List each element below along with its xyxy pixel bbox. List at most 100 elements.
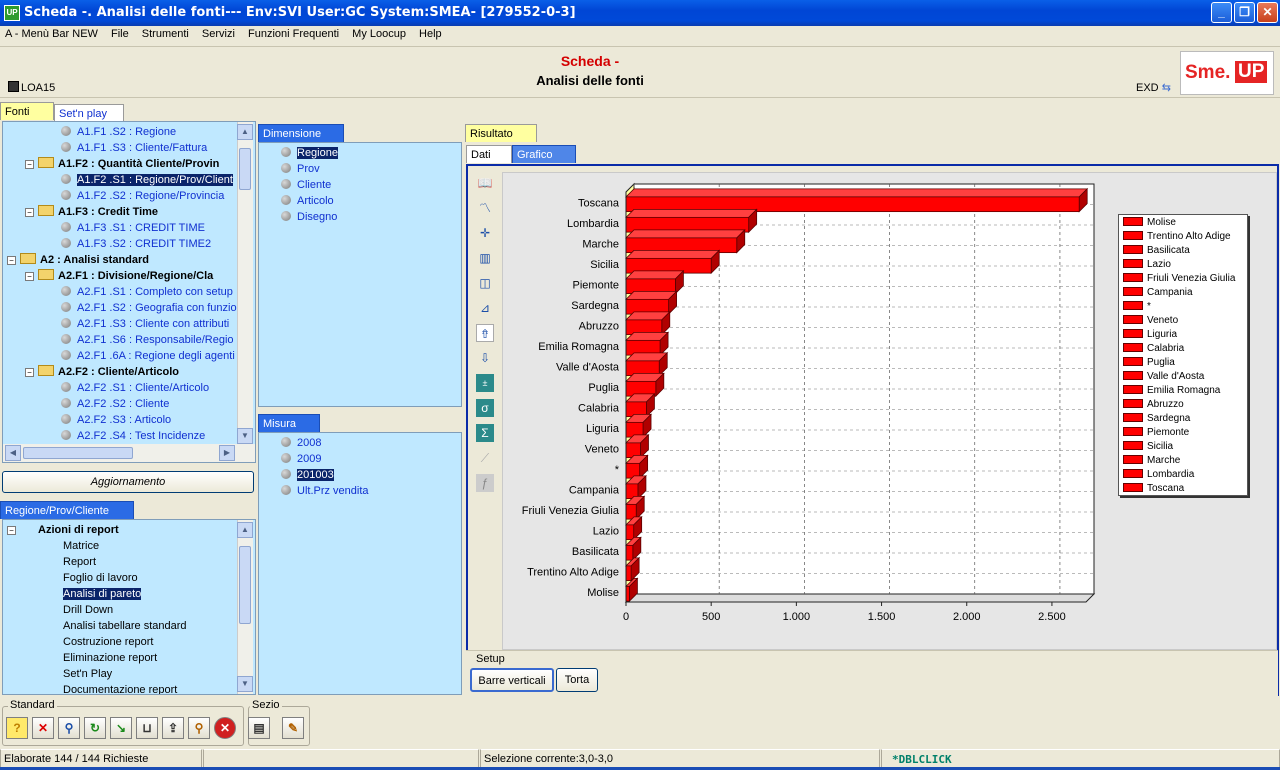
- close-button[interactable]: ✕: [1257, 2, 1278, 23]
- tree-node[interactable]: A2.F1 .6A : Regione degli agenti: [61, 348, 235, 364]
- action-item[interactable]: Drill Down: [63, 602, 113, 618]
- search-icon[interactable]: ⚲: [58, 717, 80, 739]
- tree-node[interactable]: A1.F2 .S2 : Regione/Provincia: [61, 188, 224, 204]
- axis-icon[interactable]: ⊿: [476, 299, 494, 317]
- zoom-icon[interactable]: ⚲: [188, 717, 210, 739]
- function-icon[interactable]: ƒ: [476, 474, 494, 492]
- tree-node[interactable]: A2.F2 .S3 : Articolo: [61, 412, 171, 428]
- refresh-icon[interactable]: ↻: [84, 717, 106, 739]
- action-item[interactable]: Analisi tabellare standard: [63, 618, 187, 634]
- scroll-thumb[interactable]: [239, 148, 251, 190]
- tab-setnplay[interactable]: Set'n play: [54, 104, 124, 122]
- collapse-icon[interactable]: −: [25, 160, 34, 169]
- minimize-button[interactable]: _: [1211, 2, 1232, 23]
- sigma-lower-icon[interactable]: σ: [476, 399, 494, 417]
- tree-node[interactable]: A2.F1 .S1 : Completo con setup: [61, 284, 233, 300]
- tab-misura[interactable]: Misura: [258, 414, 320, 432]
- action-item[interactable]: Set'n Play: [63, 666, 112, 682]
- collapse-icon[interactable]: −: [25, 208, 34, 217]
- actions-root[interactable]: − Azioni di report: [7, 522, 119, 538]
- tree-node[interactable]: A1.F1 .S3 : Cliente/Fattura: [61, 140, 207, 156]
- tab-dati[interactable]: Dati: [466, 145, 512, 163]
- tree-node[interactable]: A1.F3 .S1 : CREDIT TIME: [61, 220, 205, 236]
- dimensione-item[interactable]: Disegno: [281, 209, 337, 225]
- menu-item-my-loocup[interactable]: My Loocup: [347, 26, 411, 40]
- menu-item-file[interactable]: File: [106, 26, 134, 40]
- bar-chart-icon[interactable]: ▥: [476, 249, 494, 267]
- tree-node[interactable]: A1.F3 .S2 : CREDIT TIME2: [61, 236, 211, 252]
- export-icon[interactable]: ⇪: [162, 717, 184, 739]
- menu-item-a[interactable]: A - Menù Bar NEW: [0, 26, 103, 40]
- trend-disabled-icon[interactable]: ⟋: [476, 449, 494, 467]
- tree-node[interactable]: A2.F1 .S2 : Geografia con funzio: [61, 300, 237, 316]
- action-item[interactable]: Costruzione report: [63, 634, 154, 650]
- line-chart-icon[interactable]: 〽: [476, 199, 494, 217]
- arrow-icon[interactable]: ↘: [110, 717, 132, 739]
- collapse-icon[interactable]: −: [7, 526, 16, 535]
- action-item[interactable]: Report: [63, 554, 96, 570]
- collapse-icon[interactable]: −: [25, 272, 34, 281]
- scroll-down-icon[interactable]: ▼: [237, 676, 253, 692]
- action-item[interactable]: Analisi di pareto: [63, 586, 142, 602]
- scroll-up-icon[interactable]: ▲: [237, 522, 253, 538]
- bars-up-icon[interactable]: ⇮: [476, 324, 494, 342]
- tree-node[interactable]: − A2.F1 : Divisione/Regione/Cla: [25, 268, 213, 284]
- dimensione-item[interactable]: Prov: [281, 161, 320, 177]
- barre-verticali-button[interactable]: Barre verticali: [470, 668, 554, 692]
- hscroll-thumb[interactable]: [23, 447, 133, 459]
- tree-node[interactable]: − A1.F2 : Quantità Cliente/Provin: [25, 156, 219, 172]
- cart-icon[interactable]: ⊔: [136, 717, 158, 739]
- misura-item[interactable]: 2009: [281, 451, 321, 467]
- scroll-down-icon[interactable]: ▼: [237, 428, 253, 444]
- menu-item-strumenti[interactable]: Strumenti: [137, 26, 194, 40]
- menu-item-help[interactable]: Help: [414, 26, 447, 40]
- scroll-right-icon[interactable]: ▶: [219, 445, 235, 461]
- camera-icon[interactable]: ◫: [476, 274, 494, 292]
- crosshair-icon[interactable]: ✛: [476, 224, 494, 242]
- book-icon[interactable]: 📖: [476, 174, 494, 192]
- stop-icon[interactable]: ✕: [214, 717, 236, 739]
- action-item[interactable]: Foglio di lavoro: [63, 570, 138, 586]
- tree-node[interactable]: A2.F2 .S4 : Test Incidenze: [61, 428, 205, 444]
- tree-node[interactable]: A2.F2 .S1 : Cliente/Articolo: [61, 380, 209, 396]
- misura-item[interactable]: 2008: [281, 435, 321, 451]
- sort-icon[interactable]: ±: [476, 374, 494, 392]
- actions-scrollbar[interactable]: ▲ ▼: [237, 520, 253, 694]
- help-icon[interactable]: ?: [6, 717, 28, 739]
- tree-node[interactable]: A2.F2 .S2 : Cliente: [61, 396, 169, 412]
- misura-item[interactable]: Ult.Prz vendita: [281, 483, 369, 499]
- tree-node[interactable]: − A2.F2 : Cliente/Articolo: [25, 364, 179, 380]
- action-item[interactable]: Eliminazione report: [63, 650, 157, 666]
- cancel-icon[interactable]: ✕: [32, 717, 54, 739]
- menu-item-servizi[interactable]: Servizi: [197, 26, 240, 40]
- tab-risultato[interactable]: Risultato: [465, 124, 537, 142]
- torta-button[interactable]: Torta: [556, 668, 598, 692]
- scroll-thumb[interactable]: [239, 546, 251, 624]
- maximize-button[interactable]: ❐: [1234, 2, 1255, 23]
- collapse-icon[interactable]: −: [7, 256, 16, 265]
- tree-node[interactable]: − A1.F3 : Credit Time: [25, 204, 158, 220]
- sigma-icon[interactable]: Σ: [476, 424, 494, 442]
- bars-down-icon[interactable]: ⇩: [476, 349, 494, 367]
- tab-dimensione[interactable]: Dimensione: [258, 124, 344, 142]
- menu-item-funzioni-frequenti[interactable]: Funzioni Frequenti: [243, 26, 344, 40]
- tree-node[interactable]: A2.F1 .S3 : Cliente con attributi: [61, 316, 229, 332]
- tree-node[interactable]: A1.F1 .S2 : Regione: [61, 124, 176, 140]
- tree-node[interactable]: A2.F1 .S6 : Responsabile/Regio: [61, 332, 234, 348]
- horizontal-scrollbar[interactable]: ◀ ▶: [3, 444, 255, 462]
- dimensione-item[interactable]: Cliente: [281, 177, 331, 193]
- tree-node[interactable]: − A2 : Analisi standard: [7, 252, 149, 268]
- tab-fonti[interactable]: Fonti: [0, 102, 54, 120]
- dimensione-item[interactable]: Articolo: [281, 193, 334, 209]
- action-item[interactable]: Matrice: [63, 538, 99, 554]
- edit-icon[interactable]: ✎: [282, 717, 304, 739]
- scroll-left-icon[interactable]: ◀: [5, 445, 21, 461]
- exd-indicator[interactable]: EXD ⇆: [1136, 81, 1171, 94]
- dimensione-item[interactable]: Regione: [281, 145, 338, 161]
- tree-node[interactable]: A1.F2 .S1 : Regione/Prov/Client: [61, 172, 233, 188]
- action-item[interactable]: Documentazione report: [63, 682, 177, 694]
- tab-regione-prov-cliente[interactable]: Regione/Prov/Cliente: [0, 501, 134, 519]
- vertical-scrollbar[interactable]: ▲ ▼: [237, 122, 253, 444]
- collapse-icon[interactable]: −: [25, 368, 34, 377]
- scroll-up-icon[interactable]: ▲: [237, 124, 253, 140]
